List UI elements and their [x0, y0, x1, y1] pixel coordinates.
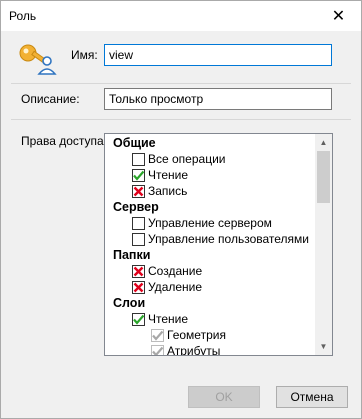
- tree-item-layers-read[interactable]: Чтение: [132, 311, 188, 327]
- cancel-button[interactable]: Отмена: [276, 386, 348, 408]
- checkbox-checked[interactable]: [132, 312, 145, 326]
- tree-item-manage-server[interactable]: Управление сервером: [132, 215, 272, 231]
- tree-group-folders[interactable]: Папки: [113, 247, 150, 263]
- role-dialog: Роль ✕ Имя: Описание: Права доступа: Общ…: [0, 0, 362, 419]
- checkbox-denied[interactable]: [132, 184, 145, 198]
- tree-item-attributes[interactable]: Атрибуты: [151, 343, 221, 356]
- tree-item-label: Чтение: [148, 168, 189, 182]
- check-icon: [133, 314, 145, 325]
- cross-icon: [133, 186, 144, 196]
- checkbox-unchecked[interactable]: [132, 232, 145, 246]
- cross-icon: [133, 282, 144, 292]
- checkbox-checked[interactable]: [132, 168, 145, 182]
- divider: [11, 83, 351, 84]
- tree-group-general[interactable]: Общие: [113, 135, 156, 151]
- ok-button[interactable]: OK: [188, 386, 260, 408]
- rights-label: Права доступа:: [21, 134, 108, 148]
- tree-item-label: Геометрия: [167, 328, 226, 342]
- description-field[interactable]: [104, 88, 332, 110]
- tree-item-label: Создание: [148, 264, 203, 278]
- name-label: Имя:: [71, 48, 98, 62]
- user-key-icon: [18, 39, 58, 75]
- tree-item-label: Чтение: [148, 312, 189, 326]
- permissions-tree[interactable]: Общие Все операции Чтение Запись Сервер: [104, 133, 333, 356]
- tree-item-read[interactable]: Чтение: [132, 167, 188, 183]
- tree-item-geometry[interactable]: Геометрия: [151, 327, 226, 343]
- tree-item-delete[interactable]: Удаление: [132, 279, 202, 295]
- close-button[interactable]: ✕: [316, 1, 361, 31]
- checkbox-checked-disabled[interactable]: [151, 328, 164, 342]
- title-bar: Роль ✕: [1, 1, 361, 31]
- checkbox-unchecked[interactable]: [132, 216, 145, 230]
- tree-group-layers[interactable]: Слои: [113, 295, 145, 311]
- tree-item-label: Запись: [148, 184, 188, 198]
- checkbox-unchecked[interactable]: [132, 152, 145, 166]
- tree-item-create[interactable]: Создание: [132, 263, 202, 279]
- name-field[interactable]: [104, 44, 332, 66]
- check-icon: [133, 170, 145, 181]
- tree-item-label: Атрибуты: [167, 344, 221, 356]
- window-title: Роль: [9, 9, 37, 23]
- scroll-up-icon[interactable]: ▲: [315, 134, 332, 151]
- tree-item-label: Все операции: [148, 152, 226, 166]
- checkbox-checked-disabled[interactable]: [151, 344, 164, 355]
- scrollbar-thumb[interactable]: [317, 151, 330, 203]
- tree-item-write[interactable]: Запись: [132, 183, 187, 199]
- tree-item-all-operations[interactable]: Все операции: [132, 151, 225, 167]
- description-label: Описание:: [21, 92, 80, 106]
- divider: [11, 119, 351, 120]
- tree-item-label: Управление пользователями: [148, 232, 309, 246]
- close-icon: ✕: [331, 8, 346, 25]
- cross-icon: [133, 266, 144, 276]
- scroll-down-icon[interactable]: ▼: [315, 338, 332, 355]
- checkbox-denied[interactable]: [132, 280, 145, 294]
- vertical-scrollbar[interactable]: ▲ ▼: [315, 134, 332, 355]
- check-icon: [152, 330, 164, 341]
- tree-item-label: Управление сервером: [148, 216, 272, 230]
- check-icon: [152, 346, 164, 355]
- tree-item-label: Удаление: [148, 280, 203, 294]
- tree-item-manage-users[interactable]: Управление пользователями: [132, 231, 309, 247]
- checkbox-denied[interactable]: [132, 264, 145, 278]
- tree-group-server[interactable]: Сервер: [113, 199, 159, 215]
